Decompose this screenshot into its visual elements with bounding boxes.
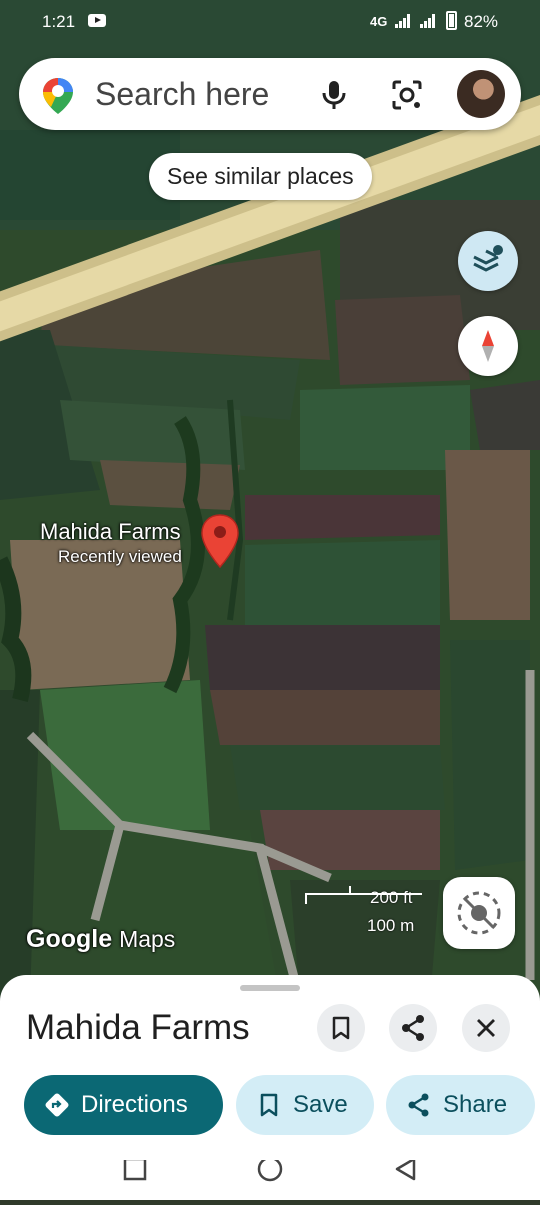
- maps-logo-icon: [43, 78, 73, 114]
- place-marker-icon[interactable]: [200, 513, 240, 569]
- share-label: Share: [443, 1091, 508, 1118]
- battery-icon: [446, 11, 457, 30]
- recents-button[interactable]: [123, 1157, 147, 1181]
- logo-maps-text: Maps: [119, 926, 176, 952]
- layers-button[interactable]: [458, 231, 518, 291]
- microphone-icon[interactable]: [319, 79, 349, 111]
- share-icon: [408, 1093, 429, 1117]
- bookmark-icon: [332, 1016, 350, 1040]
- drag-handle[interactable]: [240, 985, 300, 991]
- place-title: Mahida Farms: [26, 1008, 250, 1047]
- youtube-notification-icon: [88, 14, 106, 27]
- see-similar-places-chip[interactable]: See similar places: [149, 153, 372, 200]
- layers-icon: [473, 245, 503, 272]
- bookmark-icon: [260, 1093, 278, 1117]
- search-bar[interactable]: Search here: [19, 58, 521, 130]
- map-scale: 200 ft 100 m: [304, 886, 422, 936]
- map-imagery: [0, 0, 540, 1000]
- home-button[interactable]: [257, 1156, 283, 1182]
- camera-lens-icon[interactable]: [391, 79, 423, 111]
- account-avatar[interactable]: [457, 70, 505, 118]
- save-button[interactable]: Save: [236, 1075, 374, 1135]
- signal-icon: [395, 14, 411, 28]
- network-type: 4G: [370, 14, 388, 29]
- logo-google-text: Google: [26, 925, 113, 953]
- back-button[interactable]: [395, 1157, 416, 1181]
- share-button[interactable]: Share: [386, 1075, 535, 1135]
- satellite-map[interactable]: [0, 0, 540, 1000]
- place-label-name: Mahida Farms: [40, 519, 181, 544]
- system-nav-bar: [0, 1156, 540, 1200]
- directions-button[interactable]: Directions: [24, 1075, 223, 1135]
- search-input[interactable]: Search here: [95, 76, 269, 113]
- scale-bar: [305, 886, 422, 904]
- directions-label: Directions: [81, 1091, 188, 1118]
- place-label[interactable]: Mahida Farms Recently viewed: [40, 519, 182, 567]
- clock: 1:21: [42, 12, 76, 31]
- directions-icon: [45, 1093, 69, 1117]
- close-button[interactable]: [462, 1004, 510, 1052]
- my-location-button[interactable]: [443, 877, 515, 949]
- close-icon: [477, 1019, 495, 1037]
- share-icon: [402, 1015, 424, 1041]
- status-bar: 1:21 4G 82%: [0, 0, 540, 44]
- location-off-icon: [457, 891, 501, 935]
- bookmark-button[interactable]: [317, 1004, 365, 1052]
- google-maps-logo: Google Maps: [26, 925, 175, 954]
- compass-icon: [482, 330, 494, 362]
- compass-button[interactable]: [458, 316, 518, 376]
- battery-percent: 82%: [464, 12, 499, 31]
- share-small-button[interactable]: [389, 1004, 437, 1052]
- scale-meters: 100 m: [367, 916, 415, 935]
- signal-icon-2: [420, 14, 436, 28]
- save-label: Save: [293, 1091, 348, 1118]
- place-label-subtitle: Recently viewed: [58, 547, 182, 566]
